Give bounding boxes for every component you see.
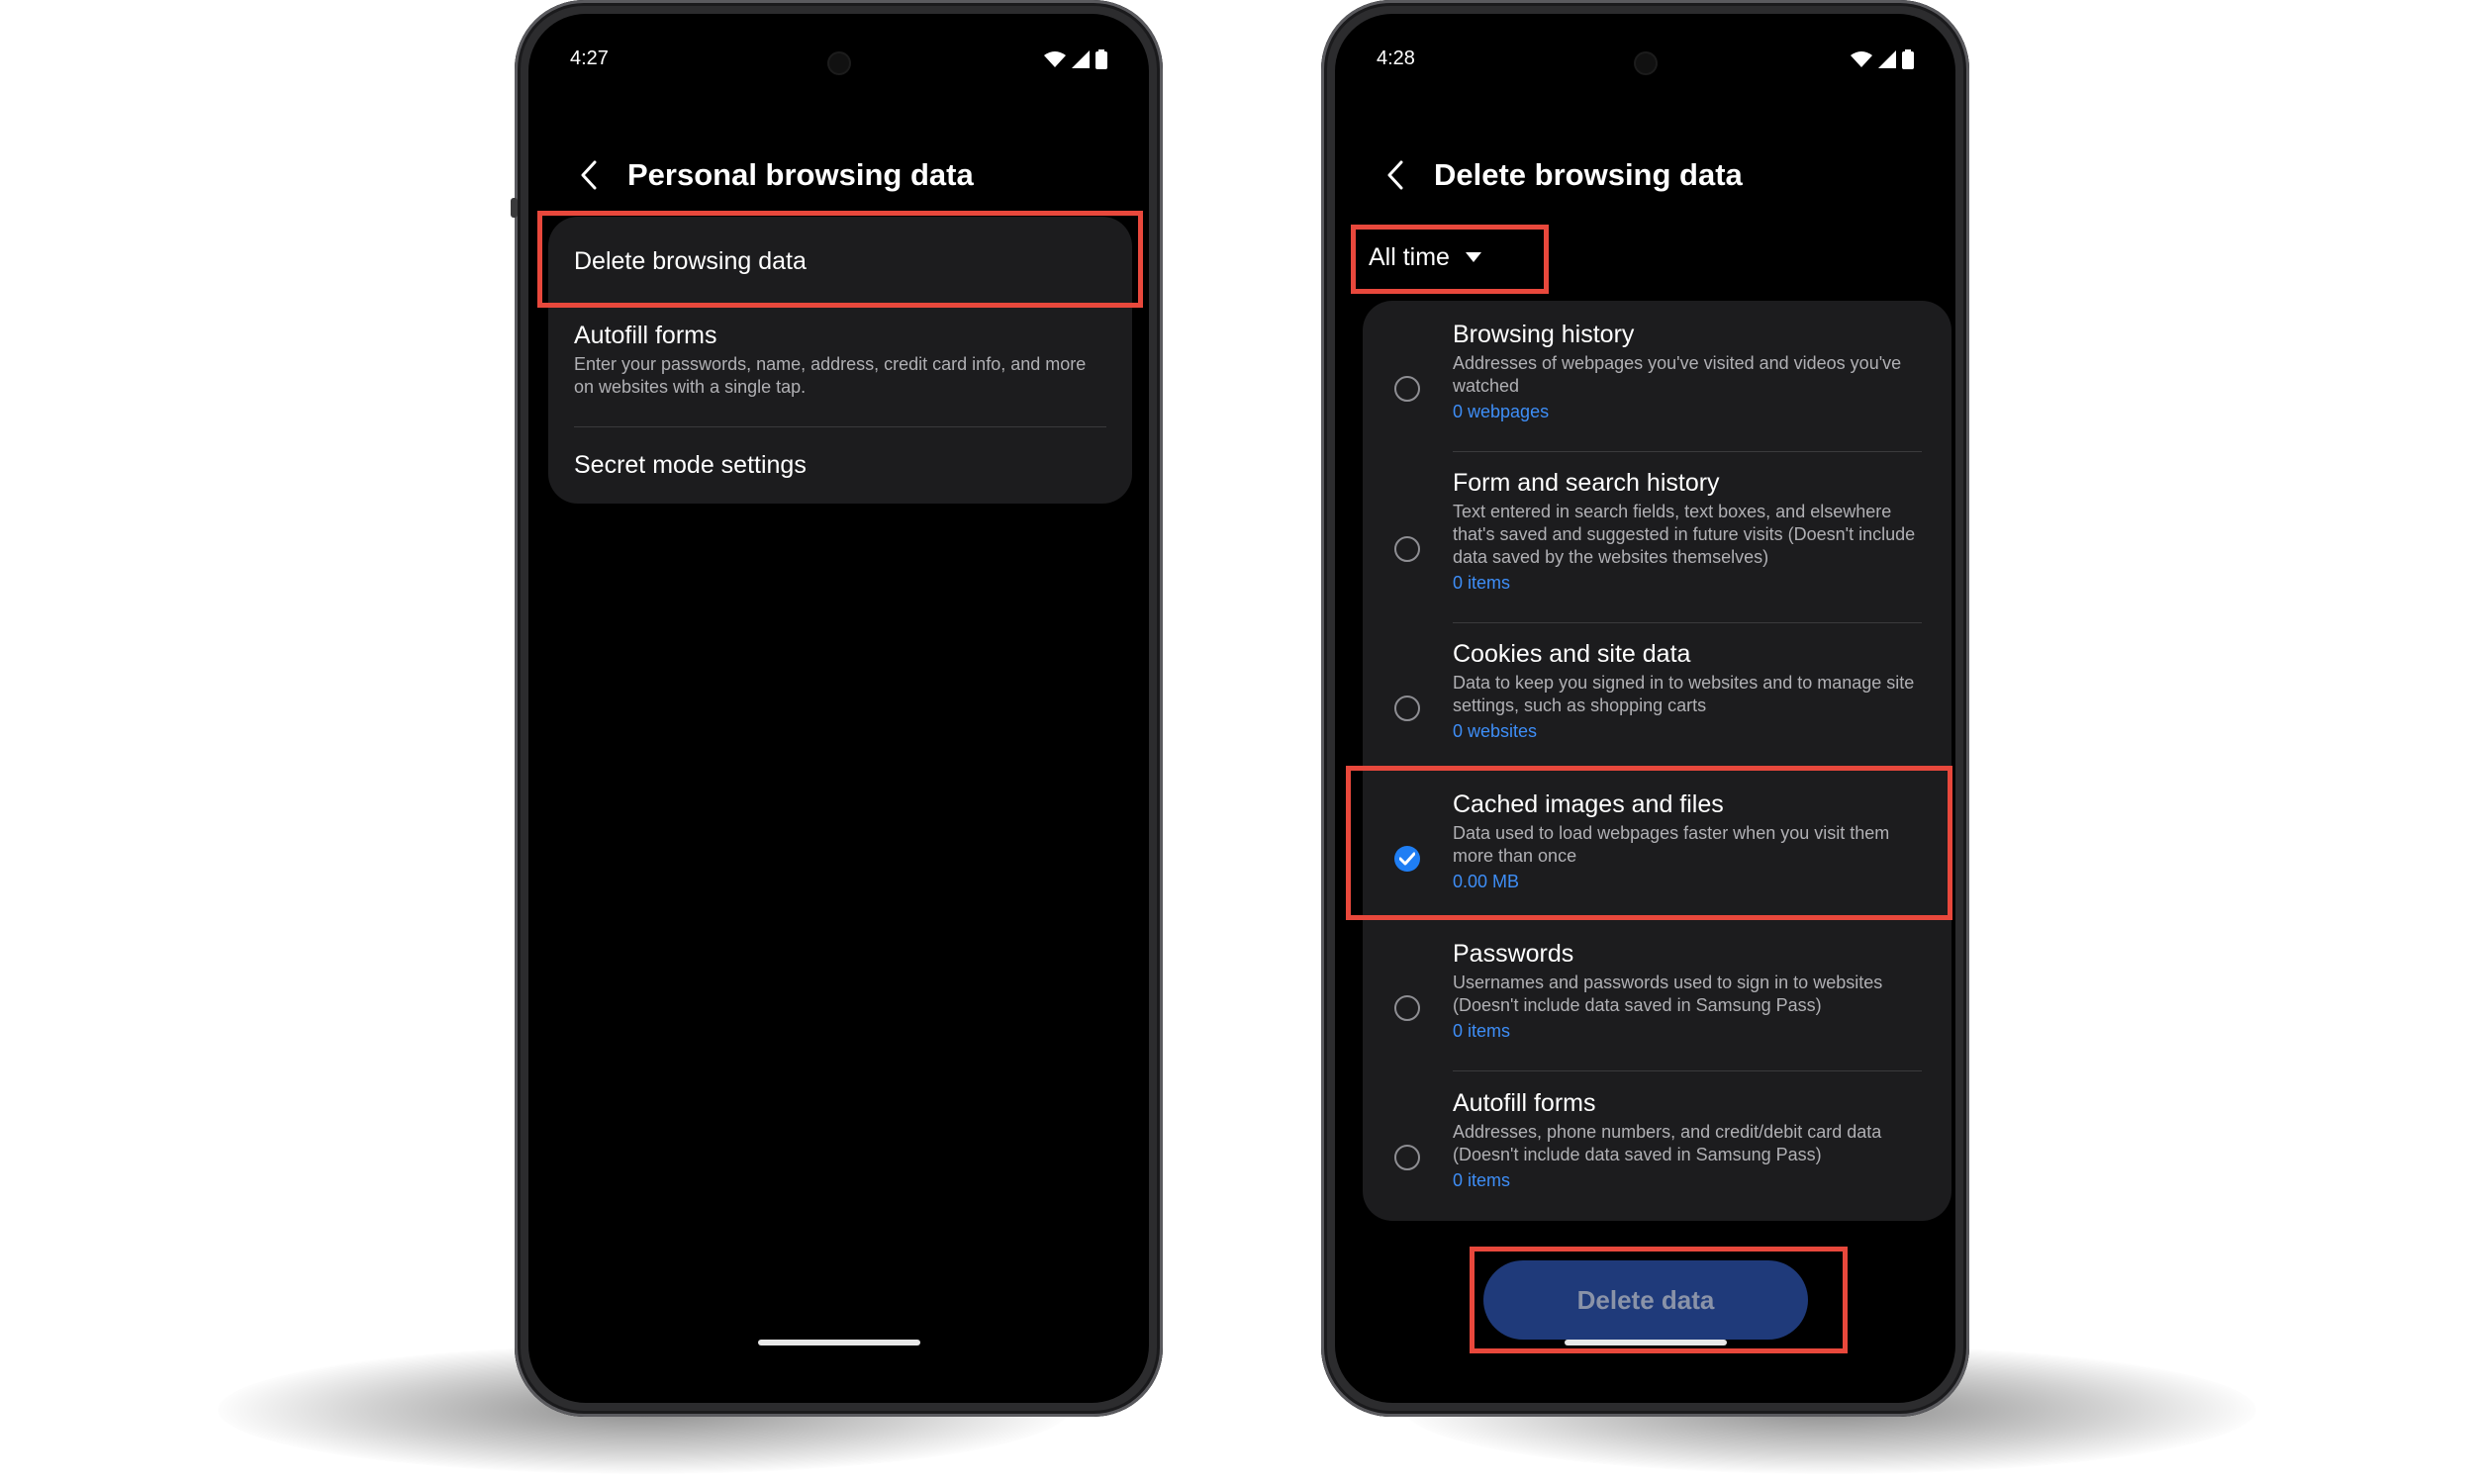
option-count: 0 items — [1453, 573, 1511, 593]
status-bar: 4:27 — [570, 47, 1107, 77]
divider — [1453, 622, 1922, 623]
status-icons — [1044, 49, 1107, 69]
option-browsing-history[interactable]: Browsing history Addresses of webpages y… — [1363, 321, 1951, 447]
left-screen: 4:27 Personal browsing data Delete brows… — [528, 14, 1149, 1403]
option-description: Usernames and passwords used to sign in … — [1453, 973, 1883, 1015]
app-bar: Personal browsing data — [574, 150, 974, 200]
option-count: 0 items — [1453, 1021, 1511, 1041]
battery-icon — [1902, 49, 1914, 69]
back-arrow-icon — [581, 160, 597, 190]
menu-item-label: Secret mode settings — [574, 451, 807, 479]
back-button[interactable] — [574, 155, 604, 195]
home-indicator[interactable] — [757, 1340, 920, 1345]
back-button[interactable] — [1380, 155, 1410, 195]
data-options-card: Browsing history Addresses of webpages y… — [1363, 301, 1951, 1221]
option-count: 0 webpages — [1453, 402, 1550, 421]
highlight-box — [1351, 225, 1549, 294]
highlight-box — [1346, 766, 1952, 920]
signal-icon — [1878, 50, 1896, 68]
option-autofill-forms[interactable]: Autofill forms Addresses, phone numbers,… — [1363, 1089, 1951, 1216]
option-title: Passwords — [1453, 940, 1574, 968]
right-screen: 4:28 Delete browsing data All time Brows… — [1335, 14, 1955, 1403]
option-checkbox[interactable] — [1394, 536, 1420, 562]
option-description: Text entered in search fields, text boxe… — [1453, 502, 1916, 567]
menu-item-description: Enter your passwords, name, address, cre… — [574, 354, 1087, 397]
page-title: Delete browsing data — [1434, 157, 1743, 192]
divider — [1453, 1070, 1922, 1071]
option-description: Addresses, phone numbers, and credit/deb… — [1453, 1122, 1882, 1164]
option-count: 0 websites — [1453, 721, 1538, 741]
option-title: Autofill forms — [1453, 1089, 1596, 1117]
menu-item-secret-mode-settings[interactable]: Secret mode settings — [548, 427, 1132, 504]
option-title: Form and search history — [1453, 469, 1720, 497]
menu-item-autofill-forms[interactable]: Autofill forms Enter your passwords, nam… — [548, 322, 1132, 399]
option-description: Data to keep you signed in to websites a… — [1453, 673, 1915, 715]
option-cookies-and-site-data[interactable]: Cookies and site data Data to keep you s… — [1363, 640, 1951, 767]
option-title: Cookies and site data — [1453, 640, 1691, 668]
page-title: Personal browsing data — [627, 157, 974, 192]
back-arrow-icon — [1387, 160, 1403, 190]
app-bar: Delete browsing data — [1380, 150, 1743, 200]
option-checkbox[interactable] — [1394, 995, 1420, 1021]
battery-icon — [1095, 49, 1107, 69]
side-button — [511, 198, 518, 218]
divider — [1453, 451, 1922, 452]
option-form-and-search-history[interactable]: Form and search history Text entered in … — [1363, 469, 1951, 617]
status-icons — [1851, 49, 1914, 69]
home-indicator[interactable] — [1564, 1340, 1727, 1345]
option-checkbox[interactable] — [1394, 1145, 1420, 1170]
right-phone: 4:28 Delete browsing data All time Brows… — [1321, 0, 1969, 1417]
left-phone: 4:27 Personal browsing data Delete brows… — [511, 0, 1163, 1417]
status-time: 4:28 — [1377, 47, 1415, 69]
highlight-box — [537, 211, 1143, 308]
option-checkbox[interactable] — [1394, 376, 1420, 402]
wifi-icon — [1851, 51, 1872, 67]
signal-icon — [1072, 50, 1090, 68]
menu-item-label: Autofill forms — [574, 322, 717, 349]
option-checkbox[interactable] — [1394, 696, 1420, 721]
status-time: 4:27 — [570, 47, 609, 69]
option-count: 0 items — [1453, 1170, 1511, 1190]
status-bar: 4:28 — [1377, 47, 1914, 77]
option-description: Addresses of webpages you've visited and… — [1453, 353, 1902, 396]
option-passwords[interactable]: Passwords Usernames and passwords used t… — [1363, 940, 1951, 1067]
option-title: Browsing history — [1453, 321, 1635, 348]
highlight-box — [1470, 1247, 1848, 1353]
wifi-icon — [1044, 51, 1066, 67]
